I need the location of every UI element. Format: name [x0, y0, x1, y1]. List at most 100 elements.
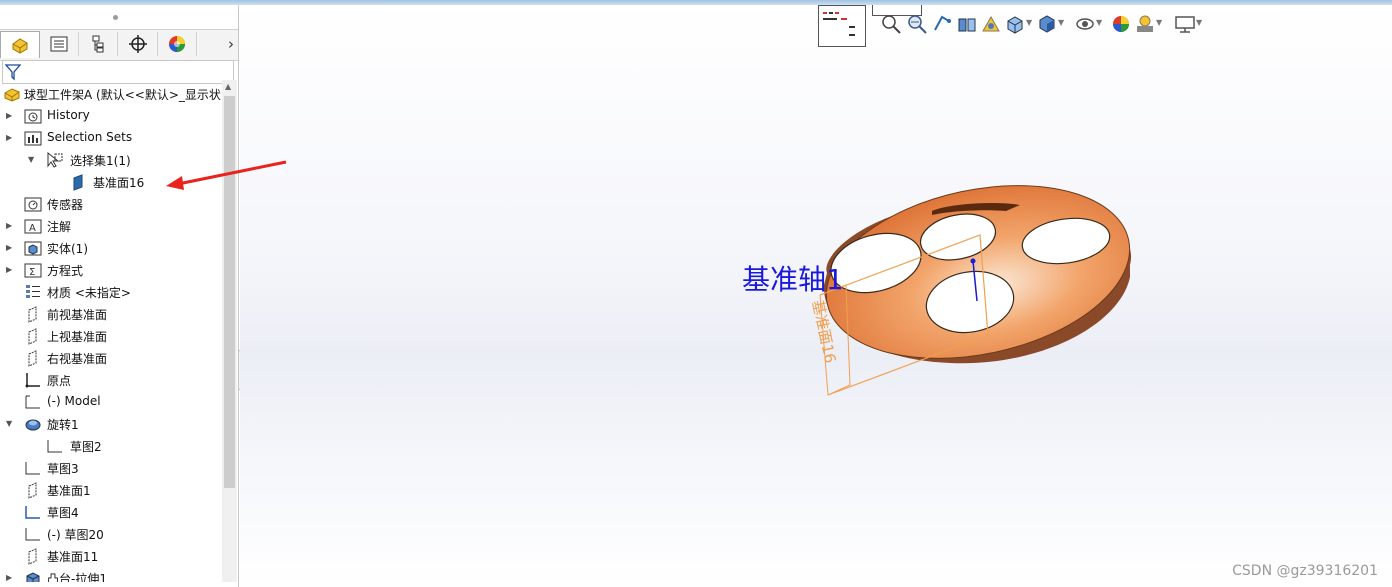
- boss-extrude-icon: [26, 572, 40, 582]
- tree-scrollbar[interactable]: ▲: [222, 80, 237, 582]
- tree-item-label: History: [47, 108, 90, 122]
- tree-item-label: 原点: [47, 374, 72, 388]
- collapse-arrow-icon[interactable]: ▼: [6, 419, 12, 428]
- tab-overflow-chevron-icon[interactable]: ›: [228, 35, 234, 53]
- tree-item-top-plane[interactable]: 上视基准面: [0, 325, 222, 347]
- sensor-folder-icon: [24, 197, 42, 212]
- dynamic-annotation-views-icon[interactable]: [980, 13, 1002, 35]
- tree-item-label: 旋转1: [47, 418, 79, 432]
- tree-item-equations[interactable]: ▶ Σ 方程式: [0, 259, 222, 281]
- svg-text:A: A: [29, 223, 36, 234]
- collapse-arrow-icon[interactable]: ▼: [28, 155, 34, 164]
- part-icon: [4, 88, 20, 102]
- scroll-up-icon[interactable]: ▲: [225, 82, 231, 91]
- tree-item-label: 方程式: [47, 264, 84, 278]
- expand-arrow-icon[interactable]: ▶: [6, 265, 12, 274]
- expand-arrow-icon[interactable]: ▶: [6, 573, 12, 582]
- tree-item-label: (-) Model: [47, 394, 101, 408]
- tree-item-right-plane[interactable]: 右视基准面: [0, 347, 222, 369]
- tree-root-part[interactable]: 球型工件架A (默认<<默认>_显示状: [0, 83, 222, 105]
- section-view-icon[interactable]: [956, 13, 978, 35]
- plane-icon: [28, 328, 37, 345]
- tree-item-label: 前视基准面: [47, 308, 108, 322]
- tree-item-sketch-20[interactable]: (-) 草图20: [0, 523, 222, 545]
- display-style-icon[interactable]: [1036, 13, 1058, 35]
- selection-set-icon: [47, 151, 63, 168]
- tree-item-sensors[interactable]: 传感器: [0, 193, 222, 215]
- edit-appearance-icon[interactable]: [1110, 13, 1132, 35]
- tree-item-label: 选择集1(1): [70, 154, 131, 168]
- tree-item-selection-sets[interactable]: ▶ Selection Sets: [0, 127, 222, 149]
- dimxpert-tab[interactable]: [119, 32, 158, 56]
- part-icon: [12, 38, 28, 54]
- heads-up-view-toolbar: ▼ ▼ ▼ ▼ ▼: [880, 9, 1210, 45]
- tree-item-label: Selection Sets: [47, 130, 133, 144]
- tree-item-label: 材质 <未指定>: [47, 286, 131, 300]
- zoom-to-area-icon[interactable]: [906, 13, 928, 35]
- svg-text:Σ: Σ: [29, 267, 35, 278]
- dropdown-arrow-icon[interactable]: ▼: [1156, 18, 1162, 27]
- tree-item-label: 传感器: [47, 198, 84, 212]
- dropdown-arrow-icon[interactable]: ▼: [1096, 18, 1102, 27]
- view-orientation-icon[interactable]: [1004, 13, 1026, 35]
- tree-item-annotations[interactable]: ▶ A 注解: [0, 215, 222, 237]
- tree-item-label: 右视基准面: [47, 352, 108, 366]
- tree-item-front-plane[interactable]: 前视基准面: [0, 303, 222, 325]
- part-model-3d[interactable]: [810, 185, 1150, 405]
- tree-item-label: 注解: [47, 220, 72, 234]
- expand-arrow-icon[interactable]: ▶: [6, 221, 12, 230]
- tree-item-model-sketch[interactable]: (-) Model: [0, 391, 222, 413]
- axis-1-label: 基准轴1: [742, 263, 844, 296]
- view-selector-thumbnail[interactable]: [818, 5, 866, 47]
- tree-item-label: 草图2: [70, 440, 102, 454]
- tree-item-label: 实体(1): [47, 242, 88, 256]
- property-manager-icon: [50, 36, 68, 52]
- tree-root-label: 球型工件架A (默认<<默认>_显示状: [24, 88, 221, 102]
- tree-item-history[interactable]: ▶ History: [0, 105, 222, 127]
- hide-show-items-icon[interactable]: [1074, 13, 1096, 35]
- plane-icon: [28, 306, 37, 323]
- tree-item-revolve-1[interactable]: ▼ 旋转1: [0, 413, 222, 435]
- sketch-icon: [25, 395, 40, 409]
- tree-item-material[interactable]: 材质 <未指定>: [0, 281, 222, 303]
- tree-item-label: 凸台-拉伸1: [47, 572, 107, 582]
- dropdown-arrow-icon[interactable]: ▼: [1026, 18, 1032, 27]
- dropdown-arrow-icon[interactable]: ▼: [1058, 18, 1064, 27]
- plane-icon: [28, 350, 37, 367]
- tree-item-boss-extrude-1[interactable]: ▶ 凸台-拉伸1: [0, 567, 222, 582]
- origin-icon: [25, 373, 40, 388]
- panel-grip-icon[interactable]: [113, 15, 118, 20]
- configuration-manager-tab[interactable]: [79, 32, 118, 56]
- plane-selected-icon: [73, 174, 83, 191]
- tree-item-label: 草图3: [47, 462, 79, 476]
- tree-item-sketch-4[interactable]: 草图4: [0, 501, 222, 523]
- previous-view-icon[interactable]: [932, 13, 954, 35]
- history-folder-icon: [24, 109, 42, 124]
- tree-item-solid-bodies[interactable]: ▶ 实体(1): [0, 237, 222, 259]
- tree-item-sketch-3[interactable]: 草图3: [0, 457, 222, 479]
- expand-arrow-icon[interactable]: ▶: [6, 243, 12, 252]
- zoom-to-fit-icon[interactable]: [880, 13, 902, 35]
- tree-item-plane-1[interactable]: 基准面1: [0, 479, 222, 501]
- tree-item-sketch-2[interactable]: 草图2: [0, 435, 222, 457]
- tree-item-label: 上视基准面: [47, 330, 108, 344]
- tree-item-plane-11[interactable]: 基准面11: [0, 545, 222, 567]
- feature-tree: 球型工件架A (默认<<默认>_显示状 ▶ History ▶ Selectio…: [0, 80, 222, 582]
- solid-bodies-folder-icon: [24, 241, 42, 256]
- tree-item-origin[interactable]: 原点: [0, 369, 222, 391]
- view-settings-icon[interactable]: [1174, 13, 1196, 35]
- expand-arrow-icon[interactable]: ▶: [6, 133, 12, 142]
- sketch-icon: [25, 528, 40, 541]
- material-icon: [26, 285, 40, 298]
- configuration-icon: [92, 35, 104, 53]
- display-manager-tab[interactable]: [158, 32, 197, 56]
- feature-manager-tab[interactable]: [0, 31, 40, 58]
- selection-sets-folder-icon: [24, 131, 42, 146]
- property-manager-tab[interactable]: [40, 32, 79, 56]
- apply-scene-icon[interactable]: [1134, 13, 1156, 35]
- plane-icon: [28, 482, 37, 499]
- sketch-icon: [47, 440, 62, 453]
- expand-arrow-icon[interactable]: ▶: [6, 111, 12, 120]
- scrollbar-thumb[interactable]: [224, 96, 235, 488]
- dropdown-arrow-icon[interactable]: ▼: [1196, 18, 1202, 27]
